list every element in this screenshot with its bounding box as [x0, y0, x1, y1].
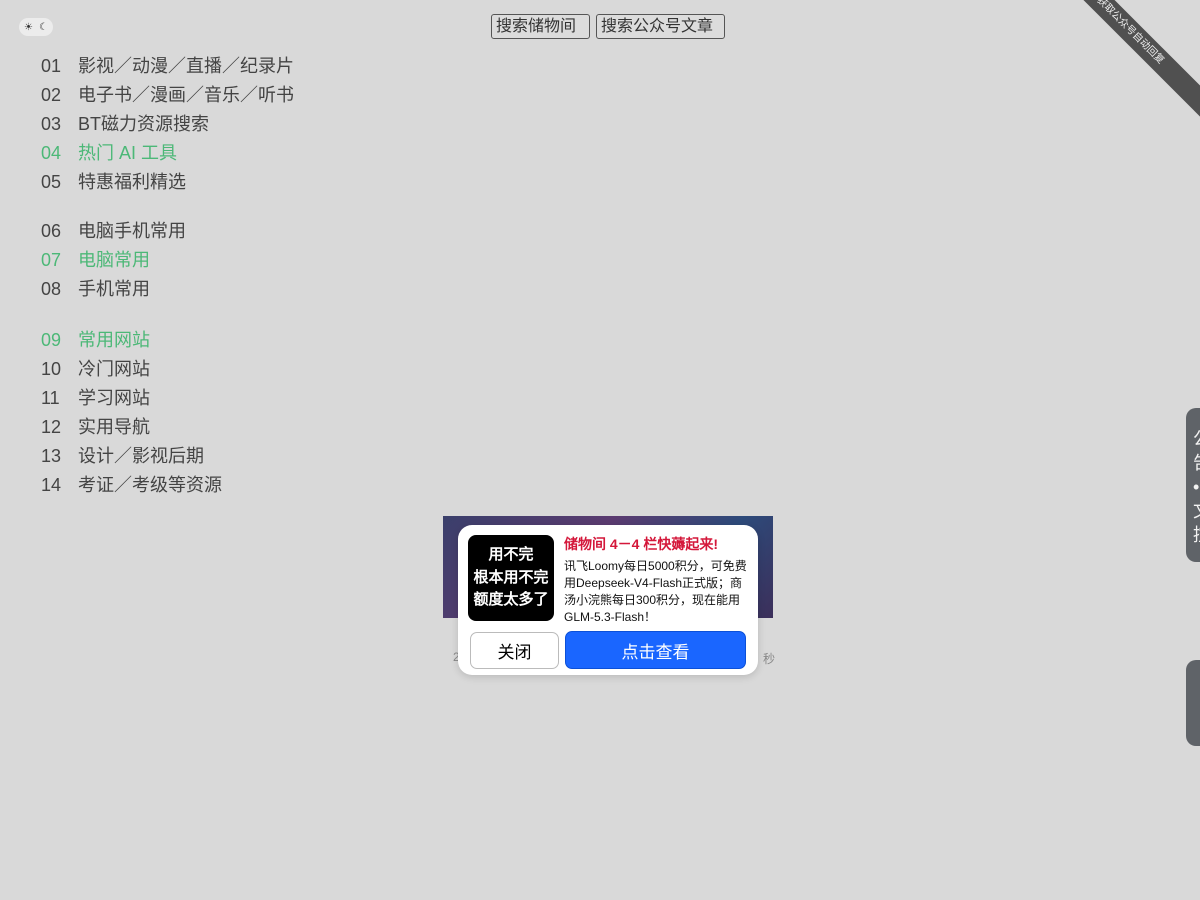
nav-item-label: 热门 AI 工具 — [78, 143, 178, 163]
popup-title: 储物间 4－4 栏快薅起来! — [564, 536, 719, 552]
side-notice-char: 告 — [1193, 451, 1200, 475]
nav-item-number: 14 — [41, 475, 62, 495]
nav-item-09[interactable]: 09 常用网站 — [41, 327, 294, 356]
nav-item-12[interactable]: 12 实用导航 — [41, 414, 294, 443]
side-notice-char: 文 — [1193, 499, 1200, 523]
popup-logo: 用不完 根本用不完 额度太多了 — [468, 535, 554, 621]
nav-item-number: 05 — [41, 172, 62, 192]
popup-logo-line: 额度太多了 — [473, 591, 549, 609]
nav-item-number: 03 — [41, 114, 62, 134]
side-notice-tab[interactable]: 公 告 • 文 控 — [1186, 408, 1200, 562]
nav-item-number: 06 — [41, 221, 62, 241]
nav-item-label: 影视／动漫／直播／纪录片 — [78, 56, 294, 76]
nav-item-label: 冷门网站 — [78, 359, 150, 379]
nav-item-04[interactable]: 04 热门 AI 工具 — [41, 140, 294, 169]
corner-ribbon[interactable]: 获取公众号自动回复 — [1030, 0, 1200, 131]
nav-item-label: BT磁力资源搜索 — [78, 114, 210, 134]
nav-item-label: 电脑常用 — [78, 250, 150, 270]
nav-item-01[interactable]: 01 影视／动漫／直播／纪录片 — [41, 53, 294, 82]
category-nav: 01 影视／动漫／直播／纪录片 02 电子书／漫画／音乐／听书 03 BT磁力资源搜索… — [41, 53, 294, 501]
nav-item-label: 实用导航 — [78, 417, 150, 437]
nav-item-14[interactable]: 14 考证／考级等资源 — [41, 472, 294, 501]
nav-item-label: 学习网站 — [78, 388, 150, 408]
nav-item-number: 12 — [41, 417, 62, 437]
nav-item-08[interactable]: 08 手机常用 — [41, 276, 294, 305]
nav-item-03[interactable]: 03 BT磁力资源搜索 — [41, 111, 294, 140]
search-storage-input[interactable] — [491, 14, 590, 39]
side-tab[interactable] — [1186, 660, 1200, 746]
theme-toggle[interactable]: ☀ ☾ — [19, 18, 53, 36]
nav-item-label: 考证／考级等资源 — [78, 475, 222, 495]
nav-item-06[interactable]: 06 电脑手机常用 — [41, 218, 294, 247]
nav-item-label: 电脑手机常用 — [78, 221, 186, 241]
popup-logo-line: 根本用不完 — [473, 568, 549, 586]
nav-item-number: 01 — [41, 56, 62, 76]
search-article-input[interactable] — [596, 14, 725, 39]
nav-item-label: 设计／影视后期 — [78, 446, 204, 466]
footer-right-text: 秒 — [762, 652, 775, 666]
popup-body: 讯飞Loomy每日5000积分，可免费用Deepseek-V4-Flash正式版… — [564, 559, 747, 624]
nav-item-label: 电子书／漫画／音乐／听书 — [78, 85, 294, 105]
nav-item-number: 07 — [41, 250, 62, 270]
nav-item-05[interactable]: 05 特惠福利精选 — [41, 169, 294, 198]
nav-item-label: 常用网站 — [78, 330, 150, 350]
nav-item-number: 04 — [41, 143, 62, 163]
nav-item-number: 09 — [41, 330, 62, 350]
nav-item-11[interactable]: 11 学习网站 — [41, 385, 294, 414]
nav-item-02[interactable]: 02 电子书／漫画／音乐／听书 — [41, 82, 294, 111]
nav-item-10[interactable]: 10 冷门网站 — [41, 356, 294, 385]
nav-item-label: 特惠福利精选 — [78, 172, 186, 192]
nav-item-number: 13 — [41, 446, 62, 466]
nav-item-07[interactable]: 07 电脑常用 — [41, 247, 294, 276]
nav-item-number: 08 — [41, 279, 62, 299]
popup-logo-line: 用不完 — [488, 546, 534, 564]
nav-item-label: 手机常用 — [78, 279, 150, 299]
promo-popup: 用不完 根本用不完 额度太多了 储物间 4－4 栏快薅起来! 讯飞Loomy每日… — [458, 525, 758, 675]
nav-item-number: 11 — [41, 388, 60, 408]
side-notice-char: • — [1193, 477, 1200, 497]
side-notice-char: 公 — [1193, 427, 1200, 451]
popup-close-button[interactable]: 关闭 — [470, 632, 559, 669]
nav-item-number: 02 — [41, 85, 62, 105]
sun-icon: ☀ — [24, 21, 33, 33]
nav-item-number: 10 — [41, 359, 62, 379]
side-notice-char: 控 — [1193, 523, 1200, 547]
nav-item-13[interactable]: 13 设计／影视后期 — [41, 443, 294, 472]
popup-view-button[interactable]: 点击查看 — [565, 631, 746, 669]
moon-icon: ☾ — [39, 21, 48, 33]
